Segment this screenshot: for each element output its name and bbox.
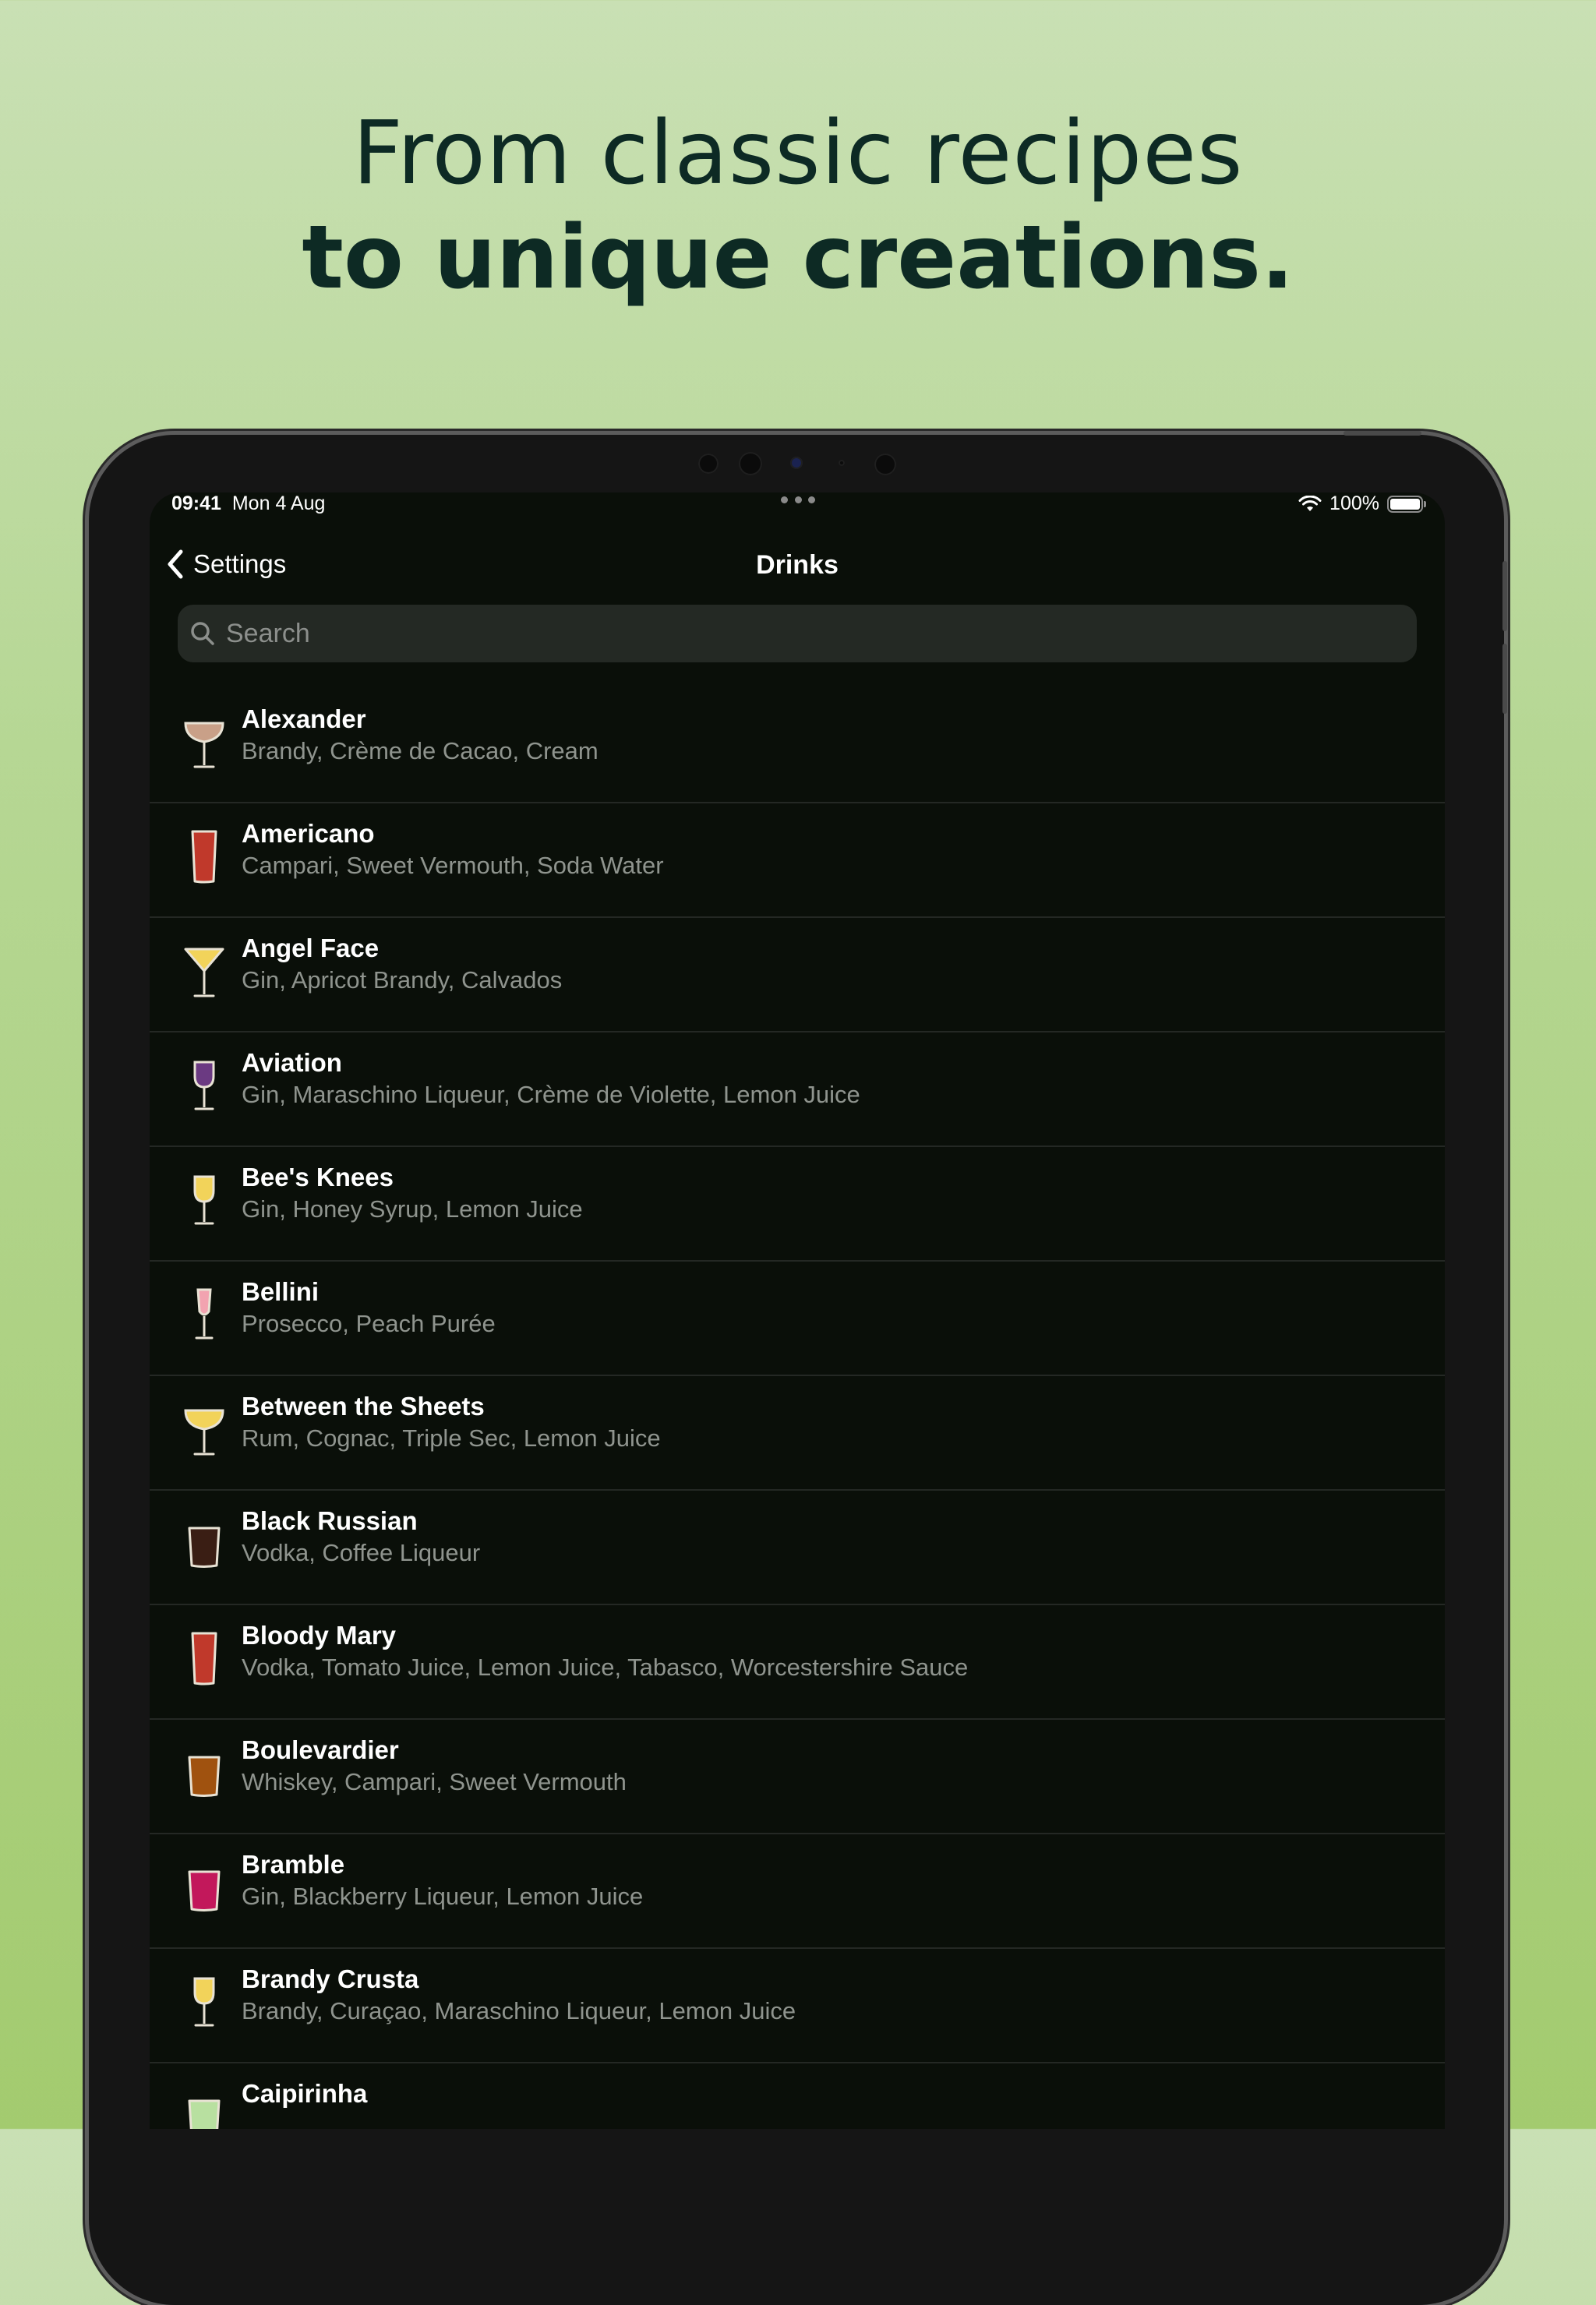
headline: From classic recipes to unique creations…	[0, 101, 1596, 310]
drink-name: Alexander	[242, 704, 366, 733]
volume-up-button	[1502, 561, 1507, 631]
drink-ingredients: Campari, Sweet Vermouth, Soda Water	[242, 852, 664, 879]
camera-icon	[790, 457, 803, 469]
status-time-value: 09:41	[171, 492, 221, 514]
drink-row[interactable]: Bloody Mary Vodka, Tomato Juice, Lemon Ju…	[150, 1605, 1445, 1720]
drink-row[interactable]: Caipirinha	[150, 2063, 1445, 2129]
drink-ingredients: Gin, Blackberry Liqueur, Lemon Juice	[242, 1883, 644, 1910]
glass-icon	[181, 1285, 228, 1347]
status-time: 09:41 Mon 4 Aug	[171, 492, 325, 515]
headline-line-1: From classic recipes	[352, 103, 1244, 204]
drink-ingredients: Brandy, Curaçao, Maraschino Liqueur, Lem…	[242, 1997, 796, 2024]
top-button	[1344, 431, 1421, 436]
battery-percent: 100%	[1329, 492, 1379, 514]
glass-icon	[181, 1170, 228, 1233]
glass-icon	[181, 2087, 228, 2129]
drink-ingredients: Gin, Apricot Brandy, Calvados	[242, 966, 563, 994]
glass-icon	[181, 1514, 228, 1576]
drink-name: Boulevardier	[242, 1735, 399, 1764]
headline-line-2: to unique creations.	[302, 207, 1294, 309]
drink-name: Aviation	[242, 1048, 342, 1077]
drink-row[interactable]: Between the Sheets Rum, Cognac, Triple Se…	[150, 1376, 1445, 1491]
wifi-icon	[1298, 495, 1322, 511]
search-icon	[191, 622, 214, 645]
sensor-icon	[739, 452, 762, 475]
camera-bar	[0, 449, 1596, 478]
glass-icon	[181, 827, 228, 889]
drink-row[interactable]: Aviation Gin, Maraschino Liqueur, Crème d…	[150, 1032, 1445, 1147]
drink-name: Bloody Mary	[242, 1621, 397, 1650]
drink-ingredients: Gin, Honey Syrup, Lemon Juice	[242, 1195, 583, 1223]
sensor-icon	[698, 454, 719, 474]
drink-name: Between the Sheets	[242, 1392, 485, 1421]
drink-name: Bellini	[242, 1277, 320, 1306]
glass-icon	[181, 1629, 228, 1691]
drink-ingredients: Gin, Maraschino Liqueur, Crème de Violet…	[242, 1081, 860, 1108]
drink-name: Caipirinha	[242, 2079, 368, 2108]
search-input[interactable]	[224, 617, 1396, 650]
drinks-list: Alexander Brandy, Crème de Cacao, Cream Am…	[150, 689, 1445, 2129]
drink-name: Bee's Knees	[242, 1163, 394, 1191]
sensor-icon	[839, 460, 845, 466]
status-right: 100%	[1298, 492, 1426, 515]
status-bar: 09:41 Mon 4 Aug 100%	[150, 492, 1445, 514]
page-title: Drinks	[756, 550, 839, 580]
multitasking-dots-icon[interactable]	[781, 494, 815, 505]
battery-icon	[1387, 495, 1426, 513]
drink-ingredients: Vodka, Coffee Liqueur	[242, 1539, 481, 1566]
drink-row[interactable]: Boulevardier Whiskey, Campari, Sweet Verm…	[150, 1720, 1445, 1834]
drink-row[interactable]: Brandy Crusta Brandy, Curaçao, Maraschino…	[150, 1949, 1445, 2063]
drink-name: Bramble	[242, 1850, 345, 1879]
drink-name: Americano	[242, 819, 375, 848]
drink-ingredients: Brandy, Crème de Cacao, Cream	[242, 737, 598, 764]
sensor-icon	[874, 454, 896, 475]
app-screen: 09:41 Mon 4 Aug 100% Settings Drinks Sea…	[150, 492, 1445, 2129]
drink-row[interactable]: Americano Campari, Sweet Vermouth, Soda W…	[150, 803, 1445, 918]
glass-icon	[181, 1400, 228, 1462]
glass-icon	[181, 1858, 228, 1920]
drink-name: Angel Face	[242, 934, 380, 962]
drink-ingredients: Rum, Cognac, Triple Sec, Lemon Juice	[242, 1424, 661, 1452]
search-bar[interactable]	[178, 605, 1417, 662]
navigation-bar: Settings Drinks	[150, 539, 1445, 594]
drink-name: Black Russian	[242, 1506, 418, 1535]
volume-down-button	[1502, 644, 1507, 714]
drink-row[interactable]: Angel Face Gin, Apricot Brandy, Calvados	[150, 918, 1445, 1032]
glass-icon	[181, 1743, 228, 1806]
drink-ingredients: Vodka, Tomato Juice, Lemon Juice, Tabasc…	[242, 1654, 969, 1681]
drink-row[interactable]: Black Russian Vodka, Coffee Liqueur	[150, 1491, 1445, 1605]
drink-row[interactable]: Alexander Brandy, Crème de Cacao, Cream	[150, 689, 1445, 803]
glass-icon	[181, 941, 228, 1004]
drink-name: Brandy Crusta	[242, 1964, 419, 1993]
drink-row[interactable]: Bellini Prosecco, Peach Purée	[150, 1262, 1445, 1376]
glass-icon	[181, 1972, 228, 2035]
drink-row[interactable]: Bramble Gin, Blackberry Liqueur, Lemon Ju…	[150, 1834, 1445, 1949]
glass-icon	[181, 712, 228, 775]
glass-icon	[181, 1056, 228, 1118]
status-date: Mon 4 Aug	[231, 492, 326, 514]
drink-ingredients: Whiskey, Campari, Sweet Vermouth	[242, 1768, 627, 1795]
drink-ingredients: Prosecco, Peach Purée	[242, 1310, 496, 1337]
drink-row[interactable]: Bee's Knees Gin, Honey Syrup, Lemon Juice	[150, 1147, 1445, 1262]
